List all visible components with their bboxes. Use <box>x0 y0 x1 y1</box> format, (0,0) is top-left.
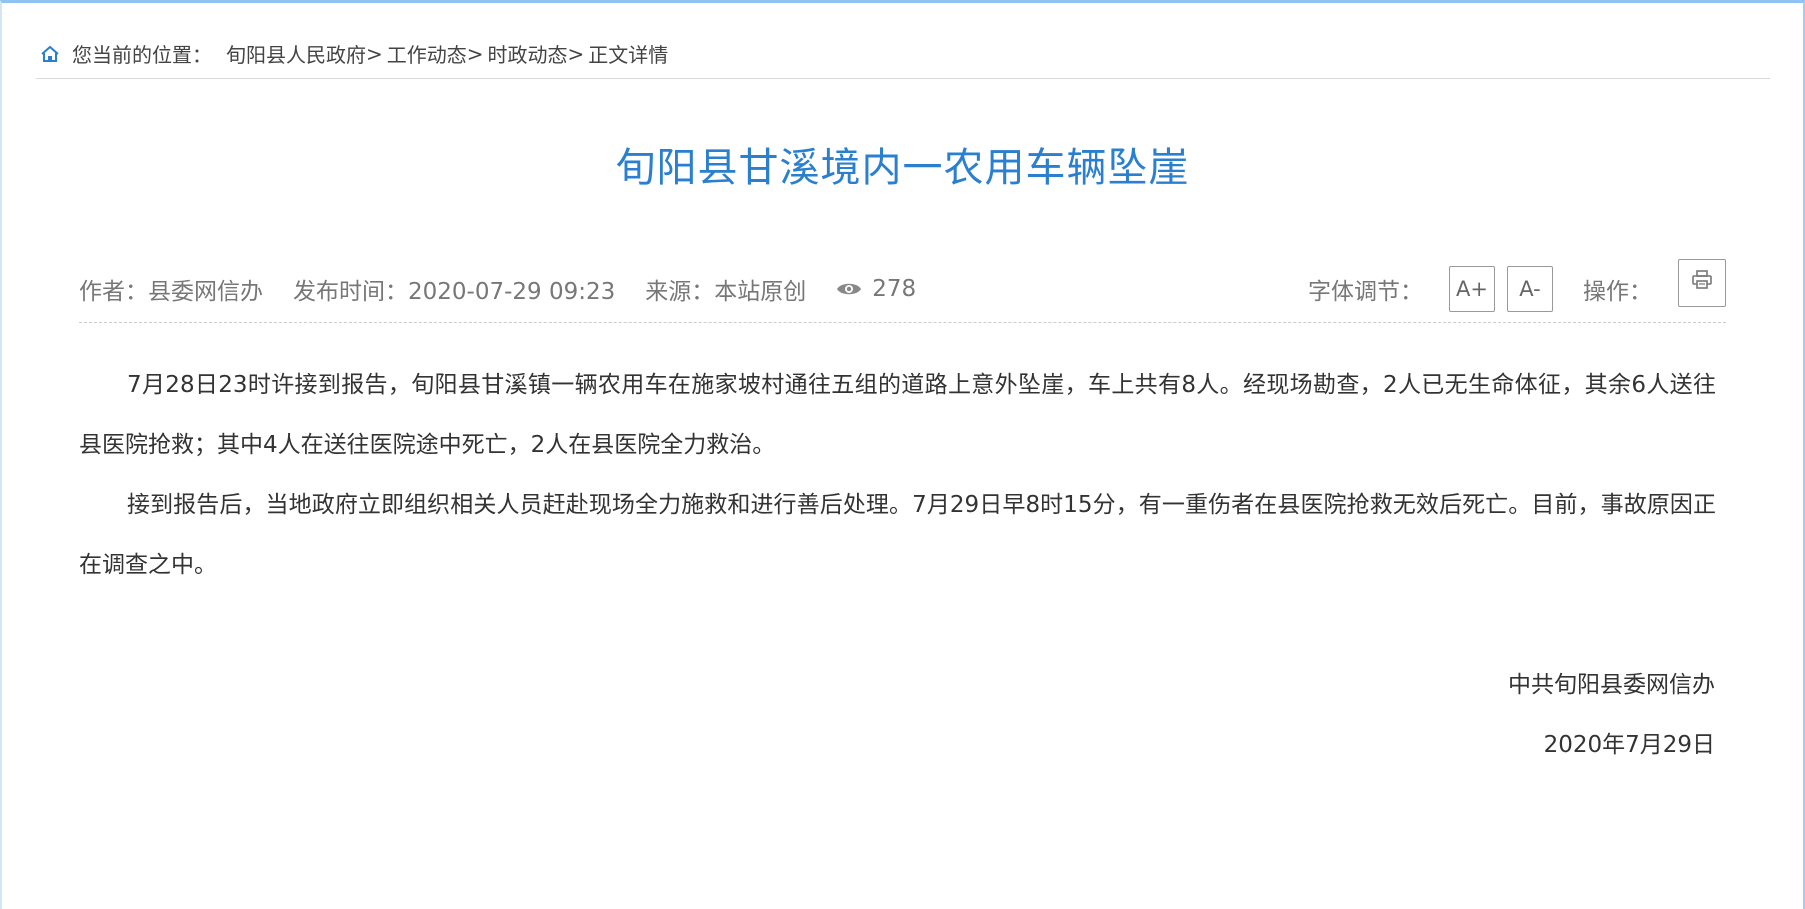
article-content: 7月28日23时许接到报告，旬阳县甘溪镇一辆农用车在施家坡村通往五组的道路上意外… <box>79 355 1716 595</box>
breadcrumb-separator: > <box>366 41 383 66</box>
article-source: 来源：本站原创 <box>645 278 807 305</box>
article-views: 278 <box>836 276 916 302</box>
article-signature: 中共旬阳县委网信办 2020年7月29日 <box>1508 655 1715 775</box>
breadcrumb-separator: > <box>466 41 484 66</box>
breadcrumb-item-home[interactable]: 旬阳县人民政府 <box>226 39 366 68</box>
breadcrumb: 您当前的位置： 旬阳县人民政府 > 工作动态 > 时政动态 > 正文详情 <box>36 35 1770 79</box>
home-icon <box>40 44 60 64</box>
signature-date: 2020年7月29日 <box>1543 732 1715 758</box>
breadcrumb-separator: > <box>567 41 585 66</box>
article-paragraph: 接到报告后，当地政府立即组织相关人员赶赴现场全力施救和进行善后处理。7月29日早… <box>79 492 1716 578</box>
breadcrumb-label: 您当前的位置： <box>72 43 212 67</box>
article-paragraph: 7月28日23时许接到报告，旬阳县甘溪镇一辆农用车在施家坡村通往五组的道路上意外… <box>79 372 1716 458</box>
article-title: 旬阳县甘溪境内一农用车辆坠崖 <box>615 145 1190 191</box>
print-button[interactable] <box>1678 258 1726 307</box>
article-author: 作者：县委网信办 <box>79 278 263 305</box>
breadcrumb-item-political-news[interactable]: 时政动态 <box>488 39 568 68</box>
signature-organization: 中共旬阳县委网信办 <box>1508 672 1715 698</box>
eye-icon <box>836 281 862 297</box>
font-increase-button[interactable]: A+ <box>1449 265 1495 312</box>
article-meta-bar: 作者：县委网信办 发布时间：2020-07-29 09:23 来源：本站原创 2… <box>79 255 1726 323</box>
breadcrumb-item-work-news[interactable]: 工作动态 <box>387 39 467 68</box>
view-count: 278 <box>872 275 917 302</box>
page-frame: 您当前的位置： 旬阳县人民政府 > 工作动态 > 时政动态 > 正文详情 旬阳县… <box>0 0 1805 909</box>
font-decrease-button[interactable]: A- <box>1507 265 1553 312</box>
breadcrumb-item-current: 正文详情 <box>588 43 669 67</box>
font-size-label: 字体调节： <box>1308 278 1423 305</box>
printer-icon <box>1691 270 1713 295</box>
article-publish-time: 发布时间：2020-07-29 09:23 <box>293 278 616 305</box>
operation-label: 操作： <box>1583 278 1652 305</box>
